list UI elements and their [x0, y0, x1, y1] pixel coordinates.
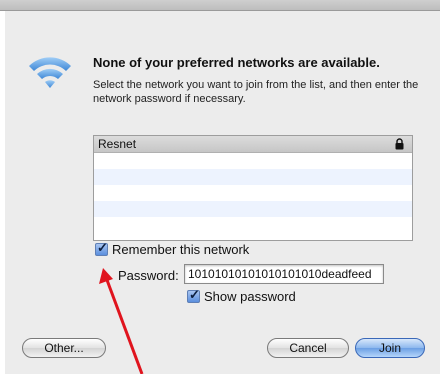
list-row-empty	[94, 169, 412, 185]
password-label: Password:	[118, 268, 179, 283]
cancel-button[interactable]: Cancel	[267, 338, 349, 358]
show-password-label: Show password	[204, 289, 296, 304]
wifi-icon	[29, 57, 71, 88]
remember-network-label: Remember this network	[112, 242, 250, 257]
show-password-checkbox[interactable]: ✓	[187, 287, 200, 303]
lock-icon	[395, 138, 404, 150]
network-list[interactable]: Resnet	[93, 135, 413, 241]
network-row-resnet[interactable]: Resnet	[94, 136, 412, 153]
other-button[interactable]: Other...	[22, 338, 106, 358]
remember-network-checkbox[interactable]: ✓	[95, 240, 108, 256]
window-top-strip	[0, 0, 440, 11]
dialog-headline: None of your preferred networks are avai…	[93, 55, 380, 70]
join-button[interactable]: Join	[355, 338, 425, 358]
list-row-empty	[94, 217, 412, 233]
password-field[interactable]	[184, 264, 384, 284]
network-name: Resnet	[98, 137, 137, 151]
dialog-subtext: Select the network you want to join from…	[93, 79, 419, 105]
list-row-empty	[94, 201, 412, 217]
checkmark-icon: ✓	[189, 287, 200, 302]
list-row-empty	[94, 153, 412, 169]
checkmark-icon: ✓	[97, 240, 108, 255]
list-row-empty	[94, 185, 412, 201]
